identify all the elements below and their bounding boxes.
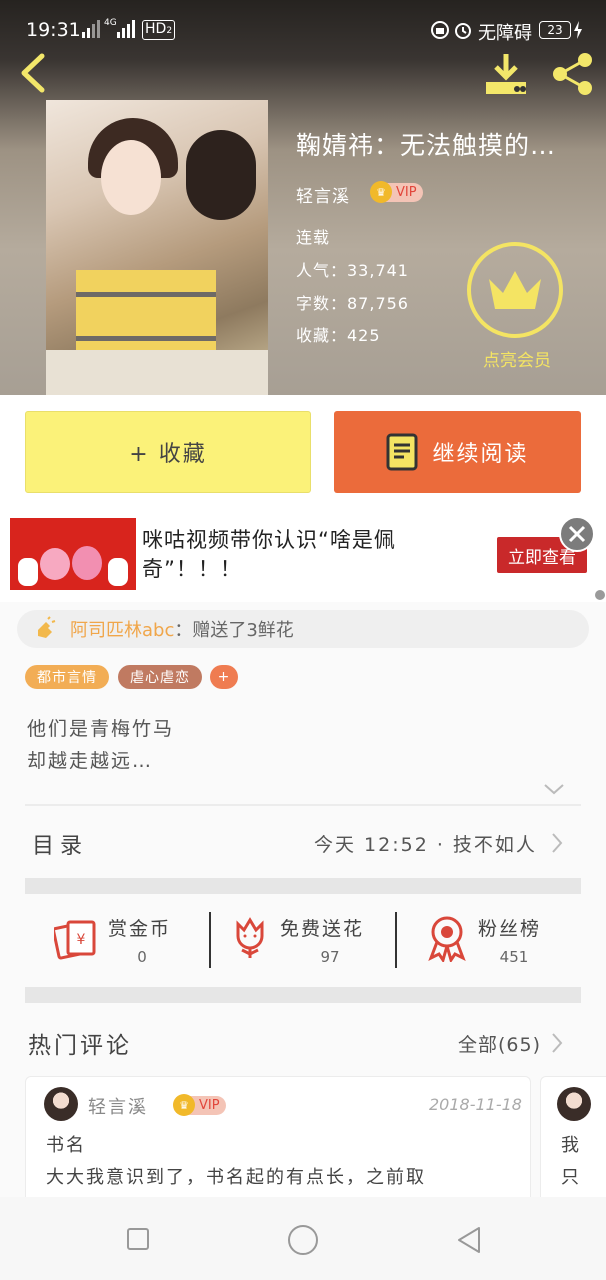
comment-card[interactable]: 轻言溪 ♛ VIP 2018-11-18 书名 大大我意识到了，书名起的有点长，… — [25, 1076, 531, 1206]
free-flower-label[interactable]: 免费送花 — [280, 914, 364, 941]
book-header: 19:31 4G HD2 无障碍 23 鞠婧祎：无法触摸的… 轻言溪 ♛ VIP… — [0, 0, 606, 395]
status-time: 19:31 — [26, 19, 81, 41]
free-flower-count: 97 — [320, 948, 340, 966]
share-icon[interactable] — [551, 52, 595, 96]
comment-date: 2018-11-18 — [429, 1095, 522, 1114]
book-favorites: 收藏：425 — [296, 326, 381, 345]
all-comments-link[interactable]: 全部(65) — [458, 1030, 541, 1057]
stat-divider-2 — [395, 912, 397, 968]
signal-icon-2 — [117, 20, 135, 38]
svg-text:¥: ¥ — [77, 932, 86, 948]
section-gap-2 — [25, 987, 581, 1003]
comment-body: 大大我意识到了，书名起的有点长，之前取 — [46, 1167, 426, 1188]
reward-coin-icon[interactable]: ¥ — [54, 916, 98, 960]
crown-icon — [489, 271, 541, 309]
ad-close-button[interactable] — [559, 516, 595, 552]
alarm-icon — [455, 23, 471, 39]
charging-icon — [574, 21, 582, 39]
status-bar: 19:31 4G HD2 无障碍 23 — [0, 0, 606, 46]
hd-text: HD — [145, 21, 167, 37]
section-gap — [25, 878, 581, 894]
network-type: 4G — [104, 18, 117, 28]
latest-chapter[interactable]: 今天 12:52 · 技不如人 — [314, 830, 537, 857]
member-label[interactable]: 点亮会员 — [472, 346, 562, 371]
book-detail-content: 阿司匹林abc ：赠送了3鲜花 都市言情 虐心虐恋 + 他们是青梅竹马 却越走越… — [0, 602, 606, 1206]
cover-table — [46, 350, 268, 395]
action-bar: + 收藏 继续阅读 — [0, 395, 606, 510]
comment-card[interactable]: 我 只 — [540, 1076, 606, 1206]
vip-crown-icon: ♛ — [173, 1094, 195, 1116]
recents-icon[interactable] — [126, 1227, 150, 1251]
back-arrow-icon[interactable] — [16, 52, 48, 94]
close-icon — [568, 525, 586, 543]
book-author[interactable]: 轻言溪 — [296, 182, 350, 207]
author-vip-badge: ♛ VIP — [370, 180, 423, 204]
gift-notice: 阿司匹林abc ：赠送了3鲜花 — [17, 610, 589, 648]
divider — [25, 804, 581, 806]
favorite-button[interactable]: + 收藏 — [25, 411, 311, 493]
member-button[interactable] — [467, 242, 563, 338]
continue-reading-button[interactable]: 继续阅读 — [334, 411, 581, 493]
download-icon[interactable] — [484, 52, 528, 96]
gift-message: ：赠送了3鲜花 — [174, 620, 294, 641]
vip-crown-icon: ♛ — [370, 181, 392, 203]
battery-indicator: 23 — [539, 21, 571, 39]
book-status: 连载 — [296, 228, 331, 247]
hd-badge: HD2 — [142, 20, 176, 40]
stat-divider — [209, 912, 211, 968]
catalog-label[interactable]: 目录 — [32, 828, 88, 860]
ad-info-icon[interactable] — [594, 588, 606, 602]
commenter-avatar[interactable] — [44, 1087, 78, 1121]
accessibility-status: 无障碍 — [478, 23, 532, 44]
ad-image — [10, 518, 136, 590]
description-line-2: 却越走越远… — [27, 750, 154, 772]
commenter-vip-badge: ♛ VIP — [173, 1093, 226, 1117]
commenter-avatar[interactable] — [557, 1087, 591, 1121]
cover-figure-hair — [186, 130, 256, 220]
expand-chevron-icon[interactable] — [543, 782, 565, 796]
signal-icon — [82, 20, 100, 38]
favorite-label: + 收藏 — [129, 442, 207, 467]
book-title: 鞠婧祎：无法触摸的… — [296, 131, 557, 160]
system-nav-bar — [0, 1197, 606, 1280]
lock-rotation-icon — [431, 21, 449, 39]
fans-rank-count: 451 — [499, 948, 529, 966]
continue-reading-label: 继续阅读 — [432, 442, 529, 467]
description-line-1: 他们是青梅竹马 — [27, 718, 175, 740]
back-icon[interactable] — [455, 1225, 483, 1255]
sim-number: 2 — [166, 26, 173, 36]
hot-comments-heading: 热门评论 — [28, 1033, 132, 1059]
book-icon — [386, 433, 418, 471]
book-cover[interactable] — [46, 100, 268, 395]
tag-urban-romance[interactable]: 都市言情 — [25, 665, 109, 689]
add-tag-button[interactable]: + — [210, 665, 238, 689]
book-word-count: 字数：87,756 — [296, 294, 409, 313]
reward-coin-count: 0 — [137, 948, 147, 966]
ad-banner[interactable]: 咪咕视频带你认识“啥是佩奇”！！！ 立即查看 — [0, 510, 606, 602]
medal-icon[interactable] — [426, 914, 468, 962]
flower-icon[interactable] — [230, 916, 270, 960]
cover-girl-face — [101, 140, 161, 215]
comment-title: 书名 — [46, 1135, 86, 1156]
commenter-name[interactable]: 轻言溪 — [88, 1093, 148, 1119]
battery-level: 23 — [547, 23, 563, 37]
comments-chevron-icon[interactable] — [550, 1032, 564, 1054]
gift-user[interactable]: 阿司匹林abc — [70, 616, 174, 642]
catalog-chevron-icon[interactable] — [550, 832, 564, 854]
tag-sad-romance[interactable]: 虐心虐恋 — [118, 665, 202, 689]
home-icon[interactable] — [287, 1224, 319, 1256]
ad-text: 咪咕视频带你认识“啥是佩奇”！！！ — [142, 528, 396, 581]
clap-hand-icon — [38, 616, 56, 638]
comment-title: 我 — [561, 1135, 579, 1156]
reward-coin-label[interactable]: 赏金币 — [108, 914, 171, 941]
comment-body: 只 — [561, 1167, 579, 1188]
book-popularity: 人气：33,741 — [296, 261, 409, 280]
fans-rank-label[interactable]: 粉丝榜 — [478, 914, 541, 941]
